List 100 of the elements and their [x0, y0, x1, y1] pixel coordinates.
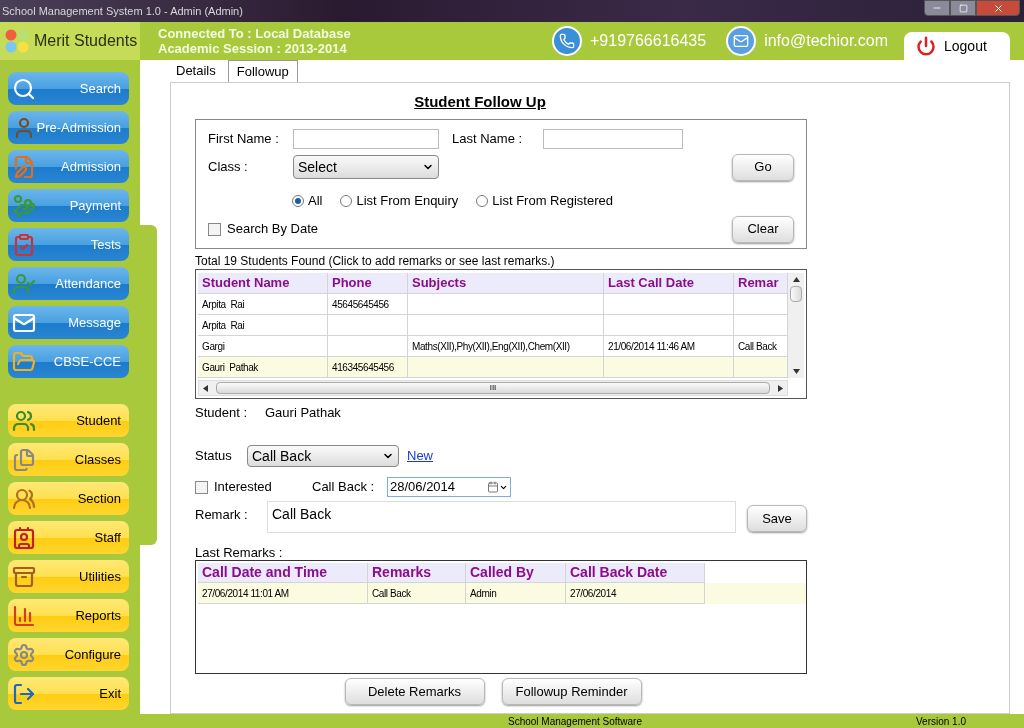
radio-label: List From Enquiry [356, 192, 459, 211]
sidebar-button[interactable]: Tests [8, 228, 129, 261]
scroll-down-icon [792, 369, 800, 374]
scroll-up-icon [792, 277, 800, 282]
connection-text: Connected To : Local Database [158, 26, 351, 41]
field-label: Class : [208, 158, 249, 177]
sidebar-button[interactable]: Reports [8, 599, 129, 632]
table-row[interactable]: Gargi Maths(XII),Phy(XII),Eng(XII),Chem(XII) 21/06/2014 11:46 AM Call Back [198, 336, 788, 357]
person-check-icon [12, 271, 36, 296]
first-name-field[interactable] [293, 129, 439, 149]
checkbox-label: Search By Date [227, 220, 319, 239]
calendar-icon [487, 481, 499, 493]
folder-icon [12, 349, 36, 374]
table-row[interactable]: Arpita Rai [198, 315, 788, 336]
checkbox[interactable] [208, 222, 221, 236]
action-button[interactable]: Clear [732, 215, 794, 243]
search-icon [12, 76, 36, 101]
sidebar-button[interactable]: Payment [8, 189, 129, 222]
results-summary: Total 19 Students Found (Click to add remarks or see last remarks.) [195, 253, 556, 269]
field-label: Remark : [195, 506, 249, 524]
money-hand-icon [12, 193, 36, 218]
action-button[interactable]: Save [747, 505, 807, 532]
logout-button[interactable]: Logout [904, 32, 1010, 60]
field-label: Status [195, 447, 233, 466]
staff-icon [12, 525, 36, 550]
student-name: Gauri Pathak [265, 404, 341, 423]
checkbox-label: Interested [214, 478, 273, 497]
column-header[interactable]: Subjects [408, 273, 604, 294]
phone-number: +919766616435 [590, 31, 707, 51]
sidebar-button[interactable]: Classes [8, 443, 129, 476]
checkbox[interactable] [195, 480, 208, 494]
box-icon [12, 564, 36, 589]
sidebar-button[interactable]: Utilities [8, 560, 129, 593]
gear-icon [12, 642, 36, 667]
radio-label: List From Registered [492, 192, 613, 211]
scroll-left-icon [203, 384, 208, 392]
sidebar-button[interactable]: Student [8, 404, 129, 437]
field-label: Call Back : [312, 478, 376, 497]
call-back-date-field[interactable]: 28/06/2014 [387, 477, 511, 497]
field-label: First Name : [208, 130, 280, 149]
column-header[interactable]: Phone [328, 273, 408, 294]
column-header[interactable]: Remar [734, 273, 788, 294]
table-row[interactable]: Gauri Pathak 416345645456 [198, 357, 788, 378]
sidebar-button[interactable]: Admission [8, 150, 129, 183]
table-cell: 27/06/2014 [566, 583, 705, 604]
column-header[interactable]: Called By [466, 563, 566, 583]
column-header[interactable]: Call Date and Time [198, 563, 368, 583]
action-button[interactable]: Followup Reminder [501, 678, 642, 705]
session-text: Academic Session : 2013-2014 [158, 41, 348, 56]
people-icon [12, 408, 36, 433]
radio-button[interactable] [476, 195, 489, 207]
column-header[interactable]: Remarks [368, 563, 466, 583]
sidebar-button[interactable]: Search [8, 72, 129, 105]
maximize-icon [958, 3, 968, 13]
last-name-field[interactable] [543, 129, 683, 149]
scroll-right-icon [778, 384, 783, 392]
table-cell: Gauri Pathak [198, 357, 328, 378]
horizontal-scrollbar[interactable]: III [198, 380, 788, 396]
action-button[interactable]: Delete Remarks [344, 678, 485, 705]
table-cell: Call Back [368, 583, 466, 604]
minimize-button[interactable] [924, 0, 950, 16]
column-header[interactable]: Student Name [198, 273, 328, 294]
mail-icon [726, 26, 757, 56]
class-dropdown[interactable]: Select [293, 155, 439, 179]
column-header[interactable]: Call Back Date [566, 563, 705, 583]
power-icon [916, 36, 936, 56]
field-label: Student : [195, 404, 249, 423]
people-icon [12, 486, 36, 511]
new-link[interactable]: New [407, 446, 433, 466]
sidebar-button[interactable]: Exit [8, 677, 129, 710]
table-row[interactable]: Arpita Rai 45645645456 [198, 294, 788, 315]
vertical-scrollbar[interactable] [788, 273, 804, 378]
last-remarks-label: Last Remarks : [195, 544, 284, 558]
radio-button[interactable] [340, 195, 353, 207]
table-cell: 416345645456 [328, 357, 408, 378]
column-header[interactable]: Last Call Date [604, 273, 734, 294]
radio-label: All [308, 192, 323, 211]
email-address: info@techior.com [764, 31, 888, 51]
version-text: Version 1.0 [915, 714, 966, 728]
remark-field[interactable]: Call Back [267, 501, 736, 533]
documents-icon [12, 447, 36, 472]
logo-icon [4, 28, 30, 54]
sidebar-button[interactable]: Staff [8, 521, 129, 554]
sidebar-button[interactable]: Configure [8, 638, 129, 671]
status-dropdown[interactable]: Call Back [247, 445, 399, 467]
sidebar-button[interactable]: Attendance [8, 267, 129, 300]
window-title: School Management System 1.0 - Admin (Admin) [1, 3, 243, 19]
scroll-thumb[interactable] [790, 286, 802, 302]
action-button[interactable]: Go [732, 153, 794, 181]
sidebar-button[interactable]: Pre-Admission [8, 111, 129, 144]
sidebar-button[interactable]: Message [8, 306, 129, 339]
maximize-button[interactable] [950, 0, 976, 16]
table-cell: Admin [466, 583, 566, 604]
tab[interactable]: Details [168, 60, 224, 82]
pen-document-icon [12, 154, 36, 179]
sidebar-button[interactable]: Section [8, 482, 129, 515]
tab[interactable]: Followup [227, 60, 298, 82]
radio-button[interactable] [292, 195, 304, 207]
field-label: Last Name : [452, 130, 524, 149]
table-row[interactable]: 27/06/2014 11:01 AM Call Back Admin 27/06/2014 [198, 583, 806, 604]
